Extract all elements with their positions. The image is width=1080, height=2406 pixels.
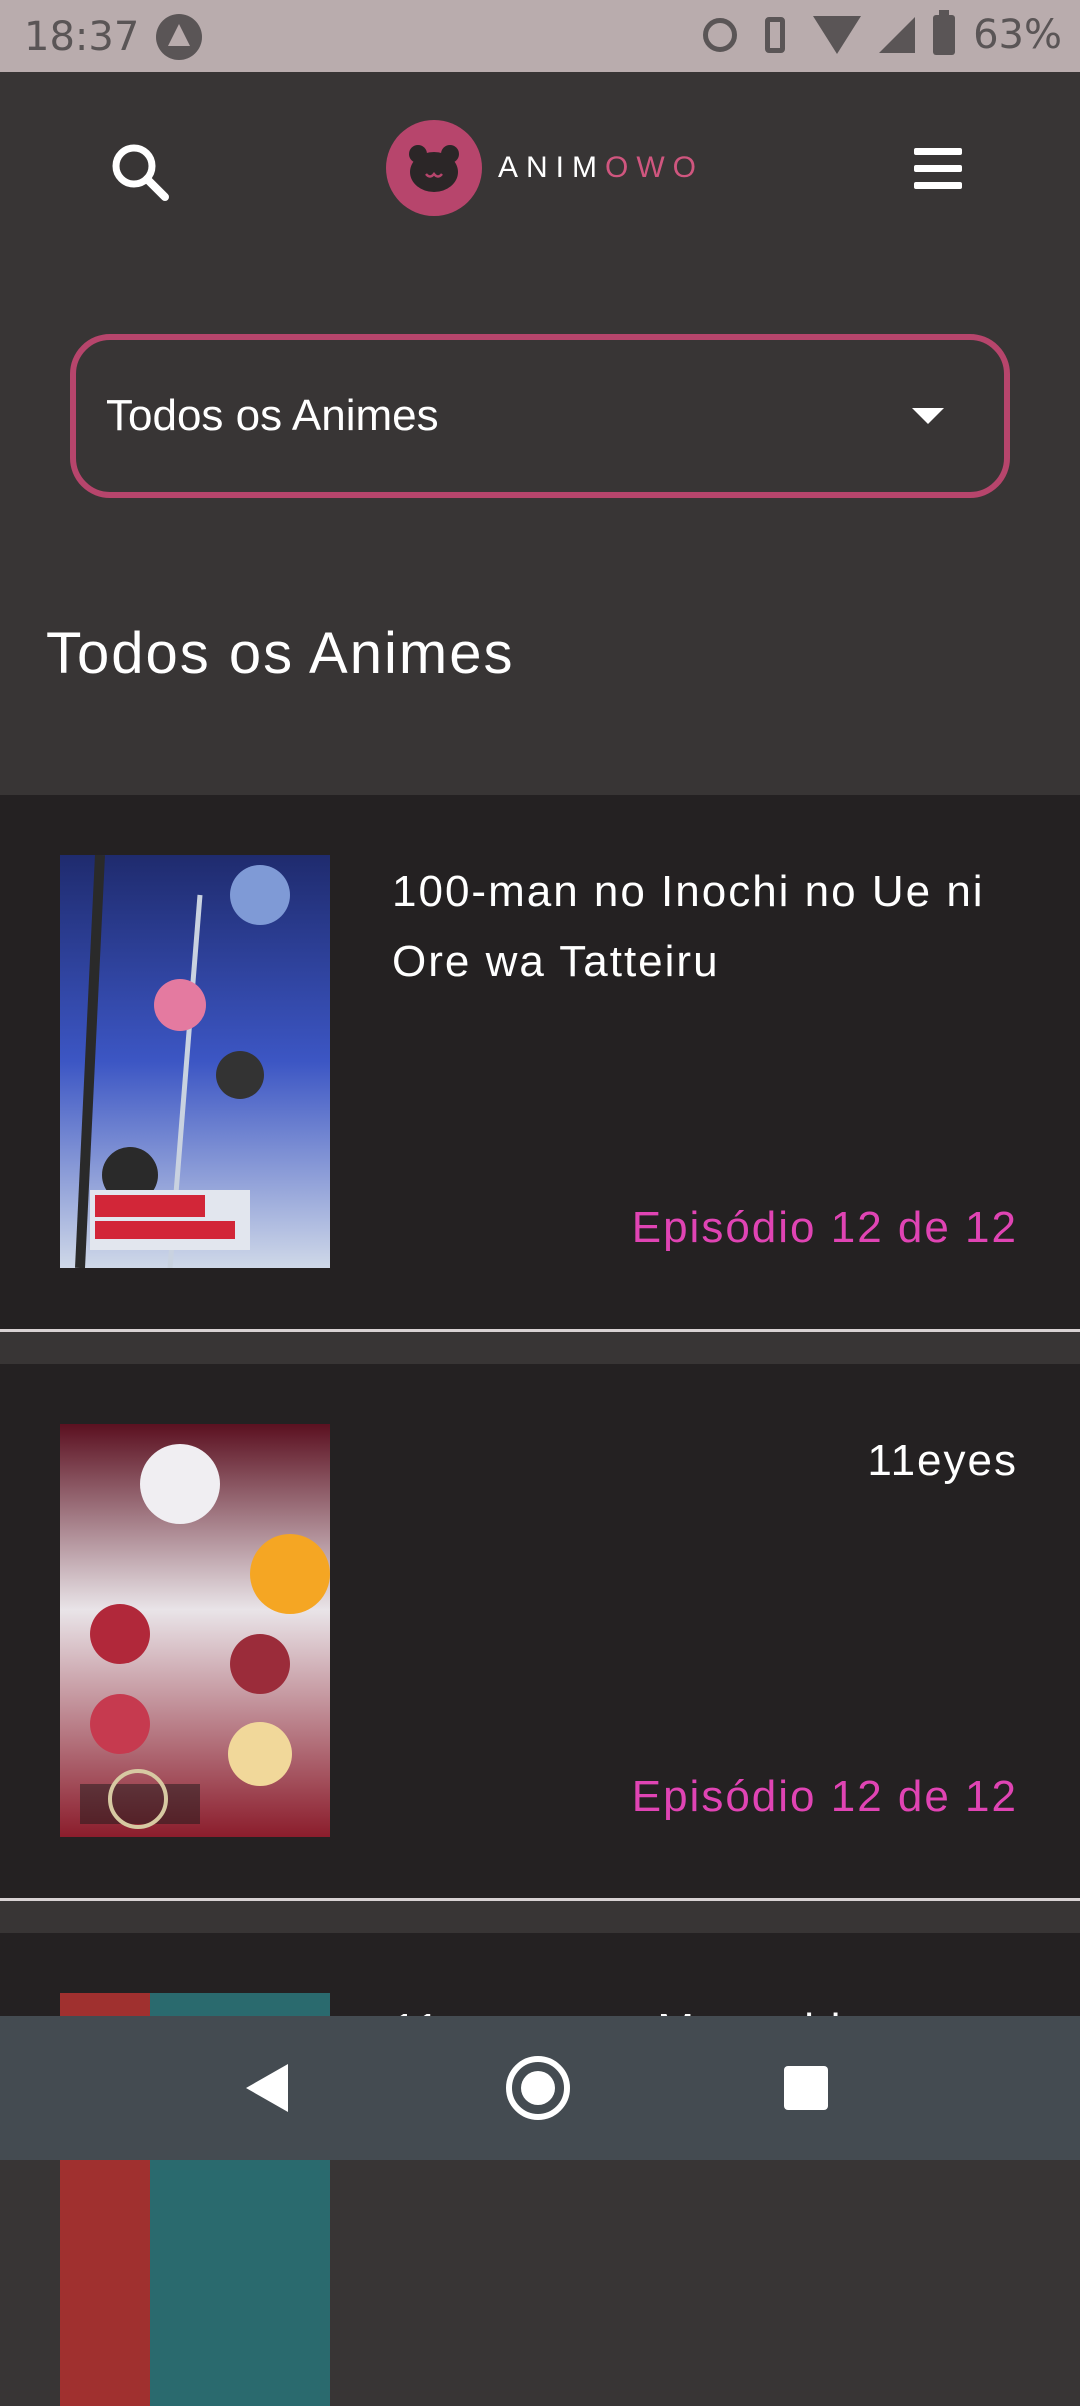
logo-text-owo: OWO: [605, 151, 704, 184]
battery-level: 63%: [973, 12, 1062, 58]
anime-title[interactable]: 11eyes: [392, 1426, 1018, 1496]
wifi-icon: [813, 16, 862, 54]
category-select[interactable]: Todos os Animes: [70, 334, 1010, 498]
divider: [0, 1329, 1080, 1364]
back-icon[interactable]: [246, 2064, 288, 2112]
recents-icon[interactable]: [784, 2066, 828, 2110]
divider: [0, 1898, 1080, 1933]
hamburger-menu-icon[interactable]: [914, 148, 962, 189]
chevron-down-icon: [912, 408, 944, 424]
anime-poster[interactable]: [60, 855, 330, 1268]
episode-progress: Episódio 12 de 12: [631, 1203, 1018, 1252]
vibrate-icon: [755, 15, 795, 55]
list-item[interactable]: 11eyes Episódio 12 de 12: [0, 1364, 1080, 1898]
logo-wordmark: ANIMOWO: [498, 151, 704, 185]
status-time: 18:37: [24, 14, 140, 60]
episode-progress: Episódio 12 de 12: [631, 1772, 1018, 1821]
search-icon[interactable]: [110, 142, 170, 202]
system-nav-bar: [0, 2016, 1080, 2160]
select-value: Todos os Animes: [106, 391, 439, 440]
battery-icon: [933, 10, 956, 55]
app-notification-icon: [156, 14, 202, 60]
list-item[interactable]: 100-man no Inochi no Ue ni Ore wa Tattei…: [0, 795, 1080, 1329]
anime-list: 100-man no Inochi no Ue ni Ore wa Tattei…: [0, 795, 1080, 2406]
status-icons: 63%: [703, 10, 1062, 58]
anime-title[interactable]: 100-man no Inochi no Ue ni Ore wa Tattei…: [392, 857, 1018, 997]
app-logo[interactable]: ANIMOWO: [386, 120, 704, 216]
page-title: Todos os Animes: [46, 621, 515, 686]
logo-text-anim: ANIM: [498, 151, 605, 184]
anime-poster[interactable]: [60, 1424, 330, 1837]
signal-icon: [879, 17, 916, 53]
app-header: ANIMOWO: [0, 72, 1080, 262]
logo-bear-icon: [386, 120, 482, 216]
alarm-icon: [703, 18, 738, 52]
status-bar: 18:37 63%: [0, 0, 1080, 72]
home-icon[interactable]: [506, 2056, 570, 2120]
